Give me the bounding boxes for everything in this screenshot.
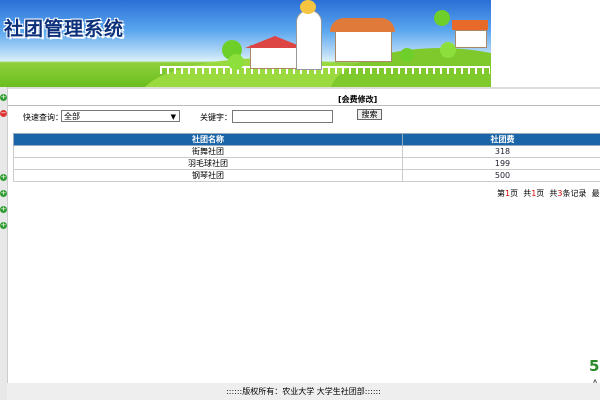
expand-icon[interactable]: +	[0, 222, 7, 229]
pagination: 第1页 共1页 共3条记录 最	[497, 189, 600, 198]
quick-search-value: 全部	[64, 112, 80, 121]
col-club-name: 社团名称	[13, 133, 403, 146]
last-page-link[interactable]: 最	[592, 189, 600, 198]
club-name-cell: 钢琴社团	[13, 169, 403, 182]
table-header-row: 社团名称 社团费	[13, 133, 600, 146]
keyword-input[interactable]	[232, 110, 333, 123]
keyword-label: 关键字：	[200, 113, 232, 122]
expand-icon[interactable]: +	[0, 206, 7, 213]
search-button[interactable]: 搜索	[357, 109, 382, 120]
house-illustration	[250, 45, 302, 69]
club-name-cell: 羽毛球社团	[13, 157, 403, 170]
club-fee-cell: 318	[402, 145, 600, 158]
fence-decoration	[160, 66, 490, 74]
table-row[interactable]: 钢琴社团 500	[13, 169, 600, 182]
club-fee-table: 社团名称 社团费 街舞社团 318 羽毛球社团 199 钢琴社团 500	[13, 133, 600, 182]
header-banner: 社团管理系统	[0, 0, 491, 87]
tower-illustration	[296, 10, 322, 70]
app-title: 社团管理系统	[4, 18, 125, 40]
quick-search-label: 快速查询：	[23, 113, 63, 122]
expand-icon[interactable]: +	[0, 174, 7, 181]
expand-icon[interactable]: +	[0, 94, 7, 101]
page-title: [会费修改]	[338, 95, 378, 104]
house2-illustration	[335, 30, 392, 62]
collapse-icon[interactable]: −	[0, 110, 7, 117]
dropdown-arrow-icon: ▼	[170, 113, 176, 121]
col-club-fee: 社团费	[402, 133, 600, 146]
club-fee-cell: 199	[402, 157, 600, 170]
expand-icon[interactable]: +	[0, 190, 7, 197]
club-name-cell: 街舞社团	[13, 145, 403, 158]
copyright-footer: ::::::版权所有：农业大学 大学生社团部::::::	[7, 383, 600, 400]
corner-number: 5	[589, 357, 600, 375]
left-toolbar	[0, 87, 8, 400]
quick-search-select[interactable]: 全部 ▼	[61, 110, 180, 122]
table-row[interactable]: 街舞社团 318	[13, 145, 600, 158]
club-fee-cell: 500	[402, 169, 600, 182]
table-row[interactable]: 羽毛球社团 199	[13, 157, 600, 170]
